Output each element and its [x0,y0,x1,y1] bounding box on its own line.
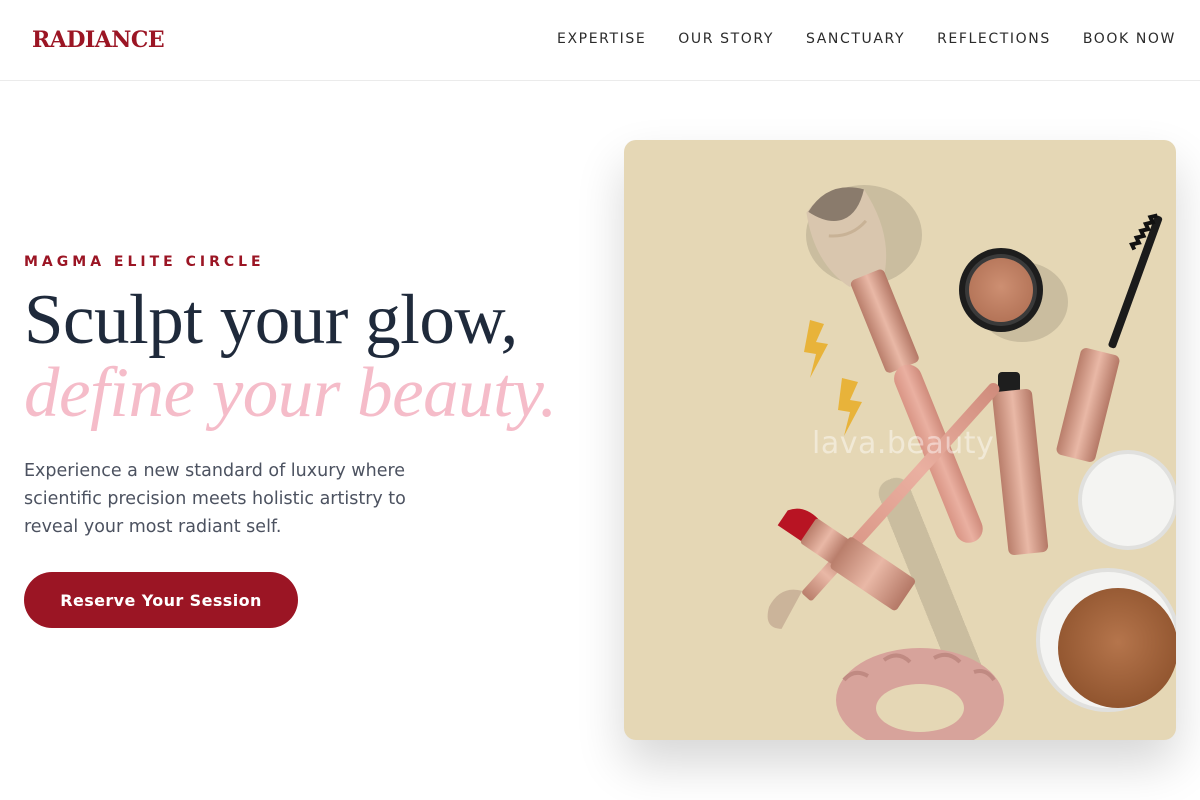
lipgloss-tube [992,372,1049,556]
main-nav: EXPERTISE OUR STORY SANCTUARY REFLECTION… [557,31,1176,47]
lightning-earrings [804,320,862,436]
nav-item-book-now[interactable]: BOOK NOW [1083,31,1176,47]
nav-item-our-story[interactable]: OUR STORY [678,31,774,47]
headline-line-1: Sculpt your glow, [24,281,518,359]
hero-headline: Sculpt your glow, define your beauty. [24,284,604,430]
reserve-session-button[interactable]: Reserve Your Session [24,572,298,628]
hero-image: lava.beauty [624,140,1176,740]
hero-eyebrow: MAGMA ELITE CIRCLE [24,254,265,270]
nav-item-expertise[interactable]: EXPERTISE [557,31,646,47]
headline-line-2: define your beauty. [24,354,557,432]
brand-logo[interactable]: RADIANCE [32,27,165,53]
hero-description: Experience a new standard of luxury wher… [24,461,406,537]
mascara [1056,213,1163,462]
nav-item-reflections[interactable]: REFLECTIONS [937,31,1051,47]
image-watermark: lava.beauty [812,426,995,461]
blush-compact [959,248,1043,332]
bronzer-compact [1036,450,1176,712]
nav-item-sanctuary[interactable]: SANCTUARY [806,31,905,47]
site-header: RADIANCE EXPERTISE OUR STORY SANCTUARY R… [0,0,1200,81]
